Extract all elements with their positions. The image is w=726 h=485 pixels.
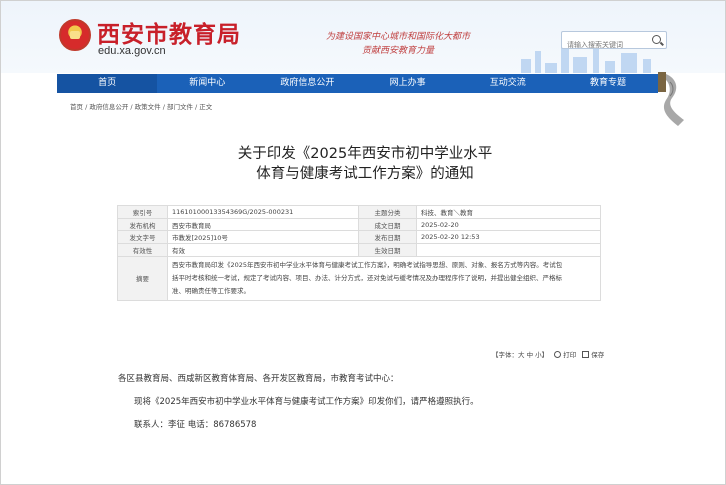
- nav-online-service[interactable]: 网上办事: [358, 74, 458, 93]
- table-row: 索引号 11610100013354369G/2025-000231 主题分类 …: [117, 205, 601, 219]
- search-box: [561, 31, 667, 53]
- site-header: 西安市教育局 edu.xa.gov.cn 为建设国家中心城市和国际化大都市 贡献…: [1, 1, 725, 73]
- meta-pubdate-value: 2025-02-20 12:53: [416, 230, 601, 245]
- meta-validity-value: 有效: [167, 243, 359, 257]
- body-salutation: 各区县教育局、西咸新区教育体育局、各开发区教育局，市教育考试中心：: [118, 374, 399, 384]
- article-title-line-1: 关于印发《2025年西安市初中学业水平: [237, 146, 493, 162]
- national-emblem-icon: [59, 19, 91, 51]
- article-title: 关于印发《2025年西安市初中学业水平 体育与健康考试工作方案》的通知: [200, 144, 530, 184]
- table-row: 摘要 西安市教育局印发《2025年西安市初中学业水平体育与健康考试工作方案》，明…: [117, 255, 601, 301]
- meta-index-value: 11610100013354369G/2025-000231: [167, 205, 359, 219]
- meta-topic-label: 主题分类: [358, 205, 417, 219]
- site-domain: edu.xa.gov.cn: [98, 45, 166, 57]
- meta-docno-value: 市教发[2025]10号: [167, 230, 359, 245]
- main-nav: 首页 新闻中心 政府信息公开 网上办事 互动交流 教育专题: [57, 74, 658, 93]
- slogan-line-2: 贡献西安教育力量: [361, 46, 434, 56]
- nav-interaction[interactable]: 互动交流: [458, 74, 558, 93]
- meta-effective-value: [416, 243, 601, 257]
- meta-created-label: 成文日期: [358, 217, 417, 232]
- body-paragraph: 现将《2025年西安市初中学业水平体育与健康考试工作方案》印发你们，请严格遵照执…: [134, 397, 479, 407]
- table-row: 发布机构 西安市教育局 成文日期 2025-02-20: [117, 217, 601, 232]
- table-row: 有效性 有效 生效日期: [117, 243, 601, 257]
- meta-abstract-label: 摘要: [117, 255, 168, 301]
- save-label: 保存: [591, 351, 605, 359]
- article-tools: 【字体：大 中 小】 打印 保存: [488, 349, 604, 359]
- nav-education-topics[interactable]: 教育专题: [558, 74, 658, 93]
- dragon-pillar-decoration: [658, 72, 684, 126]
- search-input[interactable]: [562, 37, 648, 53]
- font-size-switcher[interactable]: 【字体：大 中 小】: [492, 351, 548, 359]
- meta-pubdate-label: 发布日期: [358, 230, 417, 245]
- meta-effective-label: 生效日期: [358, 243, 417, 257]
- abstract-line-3: 准、明确责任等工作要求。: [172, 286, 250, 295]
- table-row: 发文字号 市教发[2025]10号 发布日期 2025-02-20 12:53: [117, 230, 601, 245]
- body-contact: 联系人：李征 电话：86786578: [134, 420, 257, 430]
- print-icon: [554, 351, 562, 358]
- save-button[interactable]: 保存: [582, 351, 604, 359]
- meta-index-label: 索引号: [117, 205, 168, 219]
- print-label: 打印: [563, 351, 577, 359]
- slogan: 为建设国家中心城市和国际化大都市 贡献西安教育力量: [313, 30, 483, 58]
- meta-docno-label: 发文字号: [117, 230, 168, 245]
- meta-publisher-value: 西安市教育局: [167, 217, 359, 232]
- site-title[interactable]: 西安市教育局: [97, 15, 241, 49]
- nav-home[interactable]: 首页: [57, 74, 158, 93]
- meta-topic-value: 科技、教育＼教育: [416, 205, 601, 219]
- slogan-line-1: 为建设国家中心城市和国际化大都市: [325, 32, 470, 42]
- breadcrumb[interactable]: 首页 / 政府信息公开 / 政策文件 / 部门文件 / 正文: [70, 101, 212, 111]
- nav-gov-info[interactable]: 政府信息公开: [257, 74, 357, 93]
- document-meta-table: 索引号 11610100013354369G/2025-000231 主题分类 …: [117, 205, 601, 301]
- print-button[interactable]: 打印: [554, 351, 576, 359]
- meta-publisher-label: 发布机构: [117, 217, 168, 232]
- meta-abstract-value: 西安市教育局印发《2025年西安市初中学业水平体育与健康考试工作方案》，明确考试…: [167, 255, 601, 301]
- search-icon[interactable]: [652, 35, 661, 44]
- article-title-line-2: 体育与健康考试工作方案》的通知: [256, 166, 474, 182]
- abstract-line-1: 西安市教育局印发《2025年西安市初中学业水平体育与健康考试工作方案》，明确考试…: [172, 260, 563, 269]
- meta-created-value: 2025-02-20: [416, 217, 601, 232]
- meta-validity-label: 有效性: [117, 243, 168, 257]
- nav-news[interactable]: 新闻中心: [157, 74, 257, 93]
- abstract-line-2: 括平时考核和统一考试，规定了考试内容、项目、办法、计分方式，还对免试与缓考情况及…: [172, 273, 562, 282]
- save-icon: [582, 351, 590, 358]
